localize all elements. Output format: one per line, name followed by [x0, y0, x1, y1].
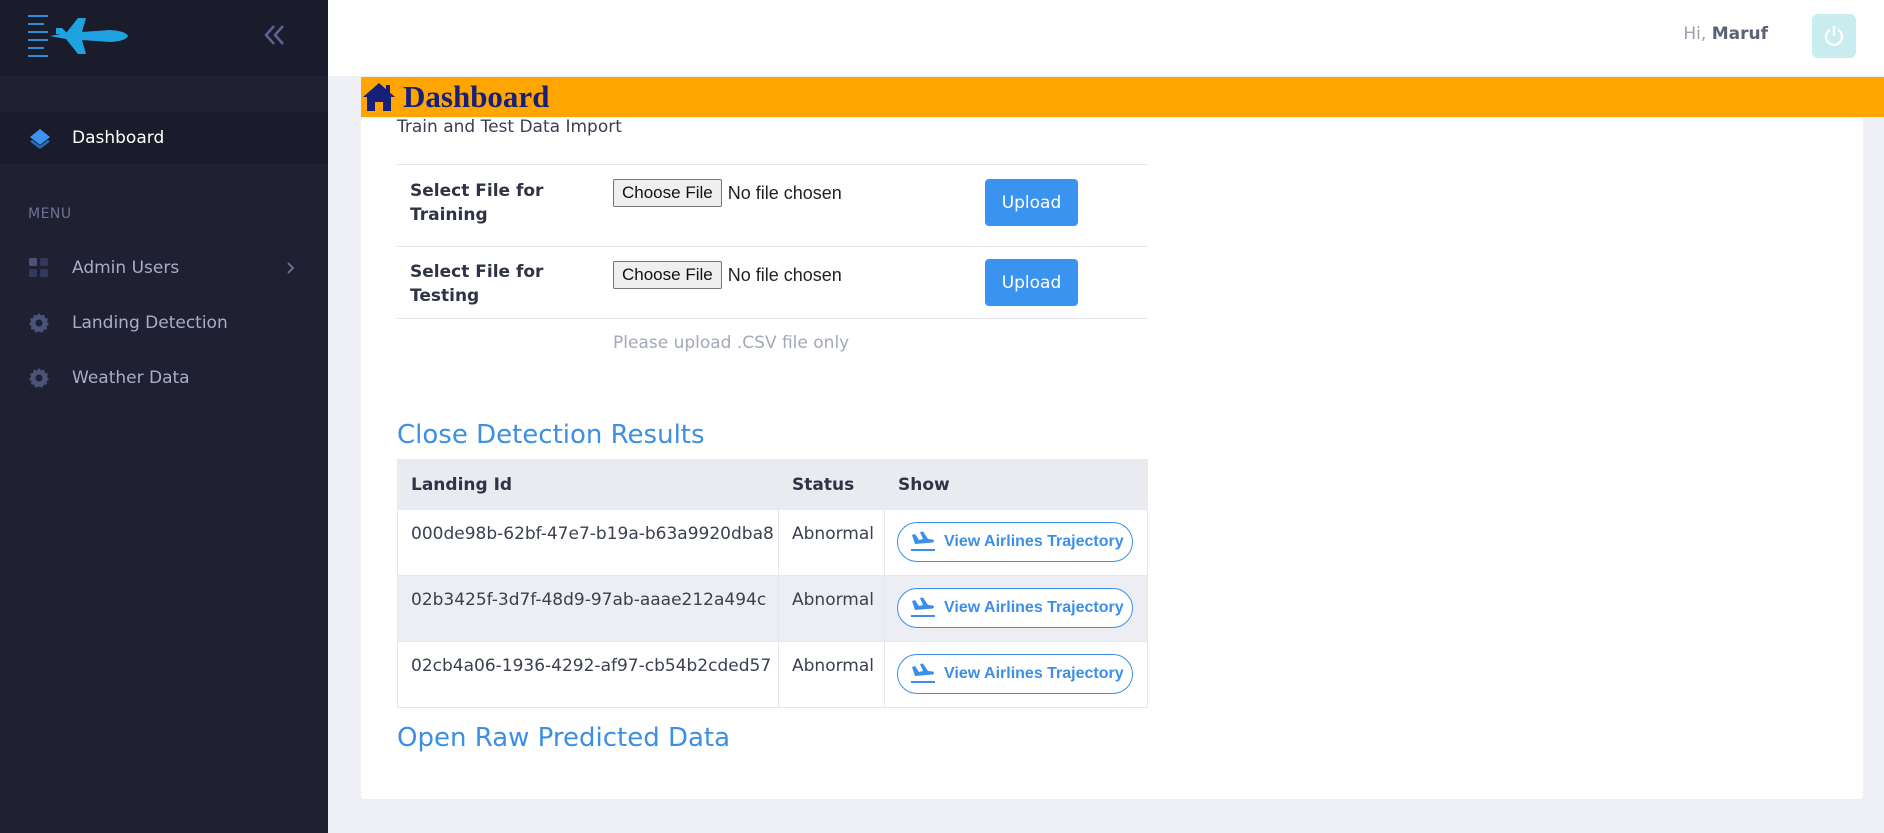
- upload-training-button[interactable]: Upload: [985, 179, 1078, 226]
- table-row: 02b3425f-3d7f-48d9-97ab-aaae212a494c Abn…: [397, 575, 1148, 642]
- choose-file-button[interactable]: Choose File: [613, 261, 722, 289]
- upload-form: Select File for Training Choose File No …: [397, 164, 1148, 319]
- upload-hint: Please upload .CSV file only: [613, 333, 850, 353]
- top-header: Hi, Maruf: [328, 0, 1884, 76]
- plane-landing-icon: [911, 531, 935, 551]
- column-header-landing-id: Landing Id: [397, 459, 779, 510]
- sidebar-item-label: Landing Detection: [72, 313, 228, 333]
- status-cell: Abnormal: [778, 641, 885, 708]
- upload-row-testing: Select File for Testing Choose File No f…: [397, 246, 1148, 319]
- greeting-prefix: Hi,: [1683, 24, 1707, 44]
- testing-file-input[interactable]: Choose File No file chosen: [613, 261, 842, 289]
- show-cell: View Airlines Trajectory: [884, 641, 1148, 708]
- user-greeting: Hi, Maruf: [1683, 24, 1768, 44]
- table-row: 000de98b-62bf-47e7-b19a-b63a9920dba8 Abn…: [397, 509, 1148, 576]
- page-title: Dashboard: [403, 79, 550, 114]
- table-header-row: Landing Id Status Show: [397, 459, 1148, 510]
- upload-row-training: Select File for Training Choose File No …: [397, 164, 1148, 246]
- plane-landing-icon: [911, 597, 935, 617]
- sidebar: Dashboard MENU Admin Users Landing Detec…: [0, 0, 328, 833]
- power-icon: [1824, 25, 1844, 46]
- results-table: Landing Id Status Show 000de98b-62bf-47e…: [397, 459, 1148, 708]
- user-name: Maruf: [1711, 24, 1768, 44]
- home-icon: [363, 83, 395, 111]
- sidebar-item-admin-users[interactable]: Admin Users: [0, 248, 328, 288]
- landing-id-cell: 02b3425f-3d7f-48d9-97ab-aaae212a494c: [397, 575, 779, 642]
- column-header-status: Status: [778, 459, 885, 510]
- choose-file-button[interactable]: Choose File: [613, 179, 722, 207]
- menu-heading: MENU: [28, 206, 72, 222]
- collapse-sidebar-icon[interactable]: [260, 20, 288, 50]
- training-file-input[interactable]: Choose File No file chosen: [613, 179, 842, 207]
- chevron-right-icon: [287, 262, 295, 274]
- raw-data-section-title[interactable]: Open Raw Predicted Data: [397, 723, 730, 753]
- status-cell: Abnormal: [778, 575, 885, 642]
- status-cell: Abnormal: [778, 509, 885, 576]
- show-cell: View Airlines Trajectory: [884, 509, 1148, 576]
- grid-icon: [29, 258, 48, 277]
- testing-file-label: Select File for Testing: [410, 262, 544, 306]
- view-trajectory-label: View Airlines Trajectory: [944, 533, 1124, 550]
- layers-icon: [30, 129, 50, 149]
- sidebar-item-label: Dashboard: [72, 128, 165, 148]
- landing-id-cell: 000de98b-62bf-47e7-b19a-b63a9920dba8: [397, 509, 779, 576]
- upload-testing-button[interactable]: Upload: [985, 259, 1078, 306]
- gear-icon: [29, 313, 49, 333]
- sidebar-item-weather-data[interactable]: Weather Data: [0, 358, 328, 398]
- import-heading: Train and Test Data Import: [397, 117, 622, 137]
- view-trajectory-button[interactable]: View Airlines Trajectory: [897, 588, 1133, 628]
- airplane-logo-icon[interactable]: [26, 14, 130, 58]
- view-trajectory-label: View Airlines Trajectory: [944, 665, 1124, 682]
- gear-icon: [29, 368, 49, 388]
- sidebar-item-label: Admin Users: [72, 258, 180, 278]
- view-trajectory-button[interactable]: View Airlines Trajectory: [897, 654, 1133, 694]
- logout-button[interactable]: [1812, 14, 1856, 58]
- results-section-title[interactable]: Close Detection Results: [397, 420, 705, 450]
- landing-id-cell: 02cb4a06-1936-4292-af97-cb54b2cded57: [397, 641, 779, 708]
- sidebar-item-landing-detection[interactable]: Landing Detection: [0, 303, 328, 343]
- column-header-show: Show: [884, 459, 1148, 510]
- show-cell: View Airlines Trajectory: [884, 575, 1148, 642]
- file-status: No file chosen: [727, 264, 842, 285]
- plane-landing-icon: [911, 663, 935, 683]
- view-trajectory-button[interactable]: View Airlines Trajectory: [897, 522, 1133, 562]
- page-title-banner: Dashboard: [361, 77, 1884, 117]
- table-row: 02cb4a06-1936-4292-af97-cb54b2cded57 Abn…: [397, 641, 1148, 708]
- training-file-label: Select File for Training: [410, 181, 544, 225]
- file-status: No file chosen: [727, 182, 842, 203]
- sidebar-item-label: Weather Data: [72, 368, 190, 388]
- sidebar-item-dashboard[interactable]: Dashboard: [0, 112, 328, 164]
- sidebar-header: [0, 0, 328, 76]
- view-trajectory-label: View Airlines Trajectory: [944, 599, 1124, 616]
